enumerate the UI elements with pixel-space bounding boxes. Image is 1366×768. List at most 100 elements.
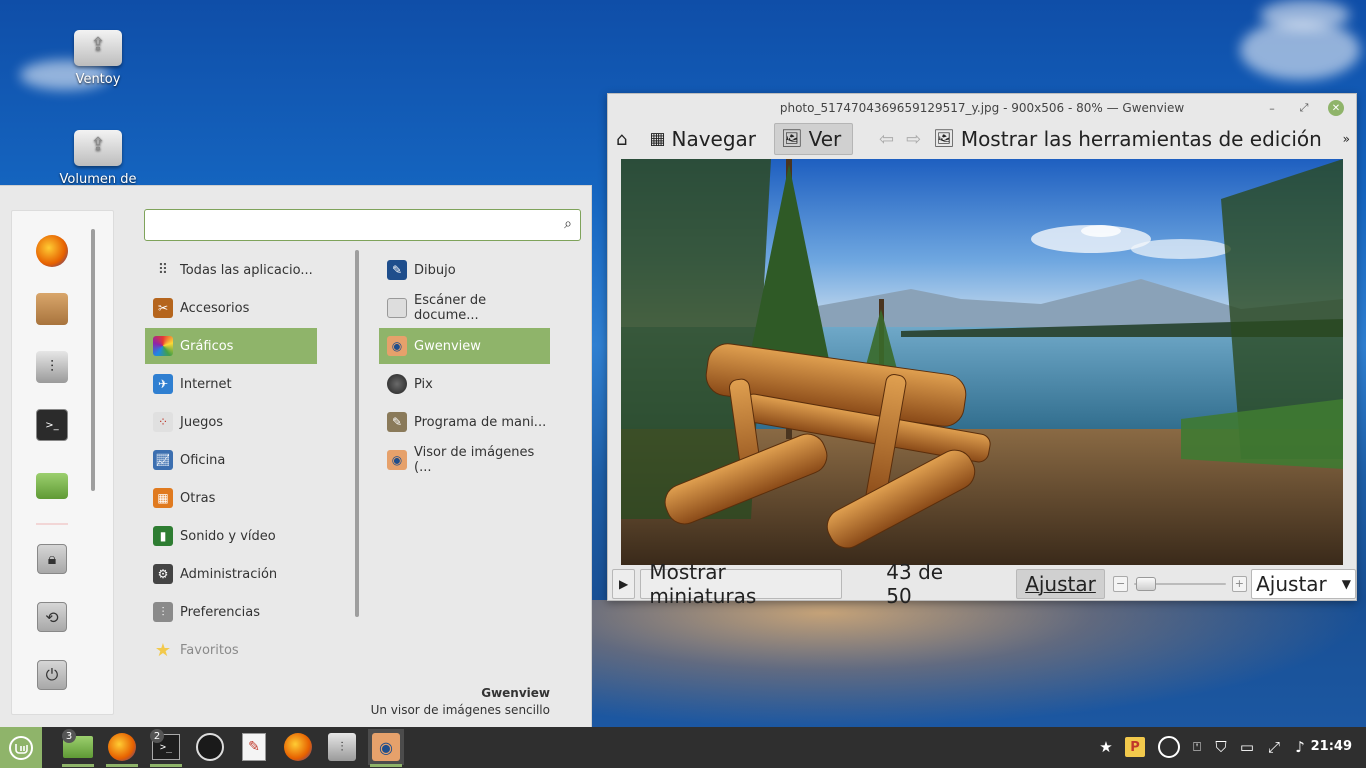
category-favorites[interactable]: ★ Favoritos <box>145 632 317 668</box>
obs-tray-icon[interactable] <box>1158 736 1180 758</box>
next-button[interactable]: ⇨ <box>900 123 927 155</box>
category-label: Otras <box>180 490 216 506</box>
taskbar-files[interactable]: 3 <box>60 729 96 767</box>
mint-logo-icon <box>9 735 33 760</box>
zoom-in-icon[interactable]: + <box>1231 575 1248 592</box>
view-label: Ver <box>808 127 842 151</box>
category-other[interactable]: ▦ Otras <box>145 480 317 516</box>
app-drawing[interactable]: ✎ Dibujo <box>379 252 550 288</box>
zoom-out-icon[interactable]: − <box>1112 575 1129 592</box>
status-bar: ▶ Mostrar miniaturas 43 de 50 Ajustar − … <box>608 560 1356 608</box>
maximize-icon[interactable]: ⤢ <box>1296 100 1312 116</box>
app-label: Visor de imágenes (... <box>414 445 535 475</box>
lock-icon[interactable]: 🔒︎ <box>37 544 67 574</box>
taskbar-obs[interactable] <box>192 729 228 765</box>
display-icon[interactable]: ▭ <box>1237 737 1257 757</box>
category-preferences[interactable]: ⫶ Preferencias <box>145 594 317 630</box>
toolbar-overflow-button[interactable]: » <box>1337 123 1356 155</box>
zoom-slider[interactable] <box>1134 576 1226 592</box>
fit-button[interactable]: Ajustar <box>1016 568 1105 599</box>
home-button[interactable]: ⌂ <box>612 123 631 155</box>
favorites-scrollbar[interactable] <box>91 229 95 491</box>
taskbar-firefox[interactable] <box>104 729 140 767</box>
previous-button[interactable]: ⇦ <box>873 123 900 155</box>
category-graphics[interactable]: Gráficos <box>145 328 317 364</box>
taskbar-terminal[interactable]: >_ 2 <box>148 729 184 767</box>
window-title: photo_5174704369659129517_y.jpg - 900x50… <box>779 101 1185 115</box>
taskbar-text-editor[interactable]: ✎ <box>236 729 272 765</box>
grid-icon: ⠿ <box>157 262 169 278</box>
clipboard-p-icon[interactable]: P <box>1125 737 1145 757</box>
close-icon[interactable]: ✕ <box>1328 100 1344 116</box>
administration-icon: ⚙ <box>153 564 173 584</box>
view-button[interactable]: 🖼︎ Ver <box>774 123 854 155</box>
window-titlebar[interactable]: photo_5174704369659129517_y.jpg - 900x50… <box>608 94 1356 122</box>
image-icon: 🖼︎ <box>781 129 803 149</box>
category-label: Sonido y vídeo <box>180 528 276 544</box>
browse-button[interactable]: ▦ Navegar <box>643 123 762 155</box>
shield-icon[interactable]: ⛉ <box>1211 737 1231 757</box>
category-label: Oficina <box>180 452 226 468</box>
software-manager-icon[interactable] <box>36 293 68 325</box>
settings-icon: ⫶ <box>328 733 356 761</box>
favorites-sidebar: ⫶ >_ 🔒︎ ⟲ ⏻ <box>11 210 114 715</box>
show-thumbnails-button[interactable]: Mostrar miniaturas <box>640 560 843 608</box>
category-accessories[interactable]: ✂ Accesorios <box>145 290 317 326</box>
network-icon[interactable]: ⤢ <box>1264 737 1284 757</box>
settings-icon[interactable]: ⫶ <box>36 351 68 383</box>
desktop-icon-ventoy[interactable]: Ventoy <box>48 30 148 87</box>
app-gwenview[interactable]: ◉ Gwenview <box>379 328 550 364</box>
app-image-viewer[interactable]: ◉ Visor de imágenes (... <box>379 442 550 478</box>
category-label: Gráficos <box>180 338 234 354</box>
category-games[interactable]: ⁘ Juegos <box>145 404 317 440</box>
firefox-icon[interactable] <box>36 235 68 267</box>
taskbar: 3 >_ 2 ✎ ⫶ ◉ ★ P ⍞ ⛉ ▭ ⤢ ♪ 21:49 <box>0 727 1366 768</box>
category-administration[interactable]: ⚙ Administración <box>145 556 317 592</box>
taskbar-gwenview[interactable]: ◉ <box>368 729 404 767</box>
app-gimp[interactable]: ✎ Programa de mani... <box>379 404 550 440</box>
category-label: Favoritos <box>180 642 239 658</box>
taskbar-settings[interactable]: ⫶ <box>324 729 360 765</box>
category-label: Accesorios <box>180 300 250 316</box>
app-label: Gwenview <box>414 338 481 354</box>
drive-icon <box>74 130 122 166</box>
app-scanner[interactable]: Escáner de docume... <box>379 290 550 326</box>
favorites-star-icon[interactable]: ★ <box>1096 737 1116 757</box>
zoom-select[interactable]: Ajustar ▼ <box>1251 568 1356 599</box>
clock[interactable]: 21:49 <box>1311 739 1352 754</box>
minimize-icon[interactable]: – <box>1264 100 1280 116</box>
taskbar-firefox-2[interactable] <box>280 729 316 765</box>
graphics-icon <box>153 336 173 356</box>
logout-icon[interactable]: ⟲ <box>37 602 67 632</box>
edit-tools-button[interactable]: 🖼︎ Mostrar las herramientas de edición <box>927 123 1328 155</box>
app-pix[interactable]: Pix <box>379 366 550 402</box>
categories-scrollbar[interactable] <box>355 250 359 617</box>
folder-icon[interactable] <box>36 473 68 499</box>
category-multimedia[interactable]: ▮ Sonido y vídeo <box>145 518 317 554</box>
drive-icon <box>74 30 122 66</box>
accessories-icon: ✂ <box>153 298 173 318</box>
image-canvas[interactable] <box>621 159 1343 565</box>
terminal-icon[interactable]: >_ <box>36 409 68 441</box>
firefox-icon <box>284 733 312 761</box>
desktop-icon-label: Ventoy <box>75 72 121 87</box>
divider <box>36 523 68 525</box>
other-icon: ▦ <box>153 488 173 508</box>
category-office[interactable]: 📈︎ Oficina <box>145 442 317 478</box>
update-manager-icon[interactable]: ⍞ <box>1187 737 1207 757</box>
category-internet[interactable]: ✈ Internet <box>145 366 317 402</box>
window-count-badge: 2 <box>150 729 164 743</box>
category-label: Todas las aplicacio... <box>180 262 313 278</box>
shutdown-icon[interactable]: ⏻ <box>37 660 67 690</box>
gimp-icon: ✎ <box>387 412 407 432</box>
search-field[interactable]: ⌕ <box>144 209 581 241</box>
menu-button[interactable] <box>0 727 42 768</box>
category-all[interactable]: ⠿ Todas las aplicacio... <box>145 252 317 288</box>
edit-tools-label: Mostrar las herramientas de edición <box>960 127 1322 151</box>
sidebar-toggle-button[interactable]: ▶ <box>612 568 636 599</box>
app-label: Dibujo <box>414 262 456 278</box>
application-menu: ⫶ >_ 🔒︎ ⟲ ⏻ ⌕ ⠿ Todas las aplicacio... ✂… <box>0 185 592 727</box>
search-input[interactable] <box>145 210 545 240</box>
volume-note-icon[interactable]: ♪ <box>1290 737 1310 757</box>
zoom-slider-handle[interactable] <box>1136 576 1157 591</box>
